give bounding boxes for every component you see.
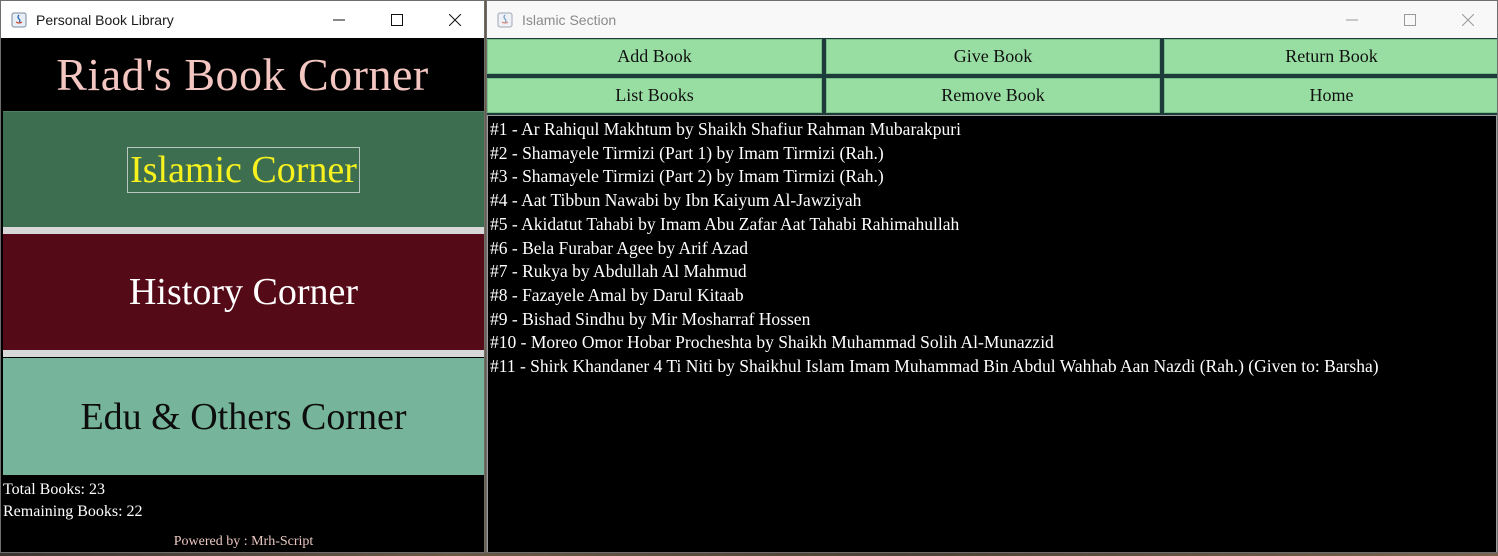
list-item: #5 - Akidatut Tahabi by Imam Abu Zafar A… — [490, 213, 960, 234]
stats-panel: Total Books: 23 Remaining Books: 22 — [3, 479, 143, 523]
list-books-button[interactable]: List Books — [487, 78, 822, 113]
list-item: #10 - Moreo Omor Hobar Procheshta by Sha… — [490, 332, 1054, 353]
list-item: #1 - Ar Rahiqul Makhtum by Shaikh Shafiu… — [490, 119, 961, 139]
list-item: #4 - Aat Tibbun Nawabi by Ibn Kaiyum Al-… — [490, 190, 862, 211]
list-item: #7 - Rukya by Abdullah Al Mahmud — [490, 261, 747, 282]
book-list[interactable]: #1 - Ar Rahiqul Makhtum by Shaikh Shafiu… — [487, 115, 1497, 552]
brand-heading: Riad's Book Corner — [1, 39, 484, 109]
islamic-titlebar[interactable]: Islamic Section — [487, 1, 1497, 38]
list-item: #2 - Shamayele Tirmizi (Part 1) by Imam … — [490, 142, 884, 163]
islamic-corner-button[interactable]: Islamic Corner — [3, 111, 484, 227]
library-window: Personal Book Library Riad's Book Corner… — [0, 0, 485, 553]
close-icon[interactable] — [1439, 1, 1497, 38]
minimize-icon[interactable] — [1323, 1, 1381, 38]
list-item: #3 - Shamayele Tirmizi (Part 2) by Imam … — [490, 166, 884, 187]
total-books: Total Books: 23 — [3, 481, 105, 498]
maximize-icon[interactable] — [368, 1, 426, 38]
library-titlebar[interactable]: Personal Book Library — [1, 1, 484, 38]
window-title: Islamic Section — [522, 11, 617, 28]
edu-corner-label: Edu & Others Corner — [80, 395, 407, 438]
divider — [3, 350, 484, 357]
java-app-icon — [10, 11, 28, 29]
minimize-icon[interactable] — [310, 1, 368, 38]
action-button-grid: Add Book Give Book Return Book List Book… — [487, 38, 1497, 115]
list-item: #6 - Bela Furabar Agee by Arif Azad — [490, 237, 749, 258]
return-book-button[interactable]: Return Book — [1164, 39, 1497, 74]
islamic-section-window: Islamic Section Add Book Give Book Retur… — [486, 0, 1498, 553]
add-book-button[interactable]: Add Book — [487, 39, 822, 74]
islamic-corner-label: Islamic Corner — [127, 146, 360, 193]
give-book-button[interactable]: Give Book — [826, 39, 1160, 74]
remove-book-button[interactable]: Remove Book — [826, 78, 1160, 113]
list-item: #8 - Fazayele Amal by Darul Kitaab — [490, 284, 744, 305]
powered-by: Powered by : Mrh-Script — [173, 534, 314, 549]
remaining-books: Remaining Books: 22 — [3, 503, 143, 520]
history-corner-label: History Corner — [128, 271, 359, 313]
edu-corner-button[interactable]: Edu & Others Corner — [3, 358, 484, 475]
window-title: Personal Book Library — [36, 11, 174, 28]
home-button[interactable]: Home — [1164, 78, 1497, 113]
java-app-icon — [496, 11, 514, 29]
maximize-icon[interactable] — [1381, 1, 1439, 38]
history-corner-button[interactable]: History Corner — [3, 234, 484, 350]
list-item: #9 - Bishad Sindhu by Mir Mosharraf Hoss… — [490, 308, 811, 329]
close-icon[interactable] — [426, 1, 484, 38]
divider — [3, 227, 484, 234]
list-item: #11 - Shirk Khandaner 4 Ti Niti by Shaik… — [490, 356, 1379, 377]
